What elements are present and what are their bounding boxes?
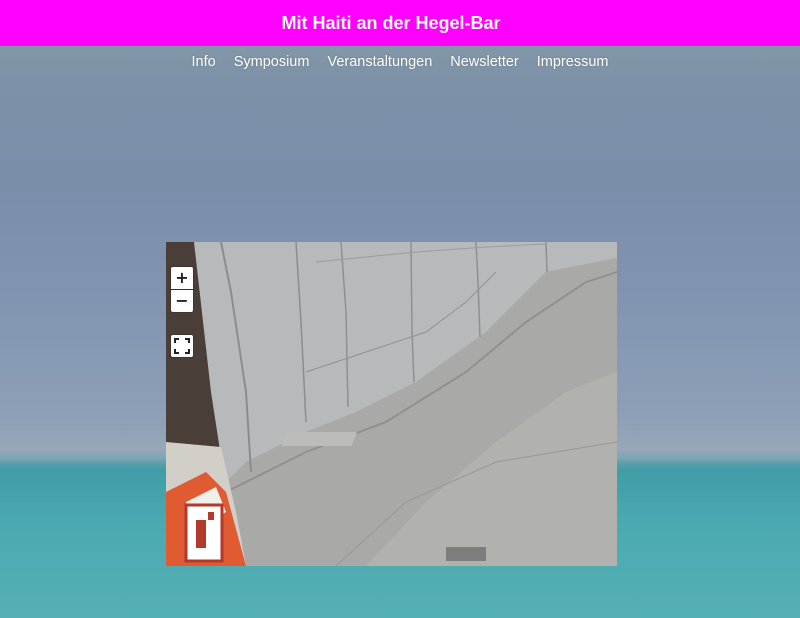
street-view-panorama[interactable]: + − (166, 242, 617, 566)
nav-item-info[interactable]: Info (192, 54, 216, 74)
nav-item-impressum[interactable]: Impressum (537, 54, 609, 74)
fullscreen-icon (174, 336, 190, 355)
nav-item-veranstaltungen[interactable]: Veranstaltungen (327, 54, 432, 74)
main-nav: Info Symposium Veranstaltungen Newslette… (0, 54, 800, 74)
zoom-out-button[interactable]: − (171, 290, 193, 312)
nav-item-symposium[interactable]: Symposium (234, 54, 310, 74)
fullscreen-button[interactable] (171, 335, 193, 357)
site-title[interactable]: Mit Haiti an der Hegel-Bar (281, 13, 500, 34)
panorama-image (166, 242, 617, 566)
site-header: Mit Haiti an der Hegel-Bar (0, 0, 800, 46)
nav-item-newsletter[interactable]: Newsletter (450, 54, 519, 74)
zoom-in-button[interactable]: + (171, 267, 193, 289)
